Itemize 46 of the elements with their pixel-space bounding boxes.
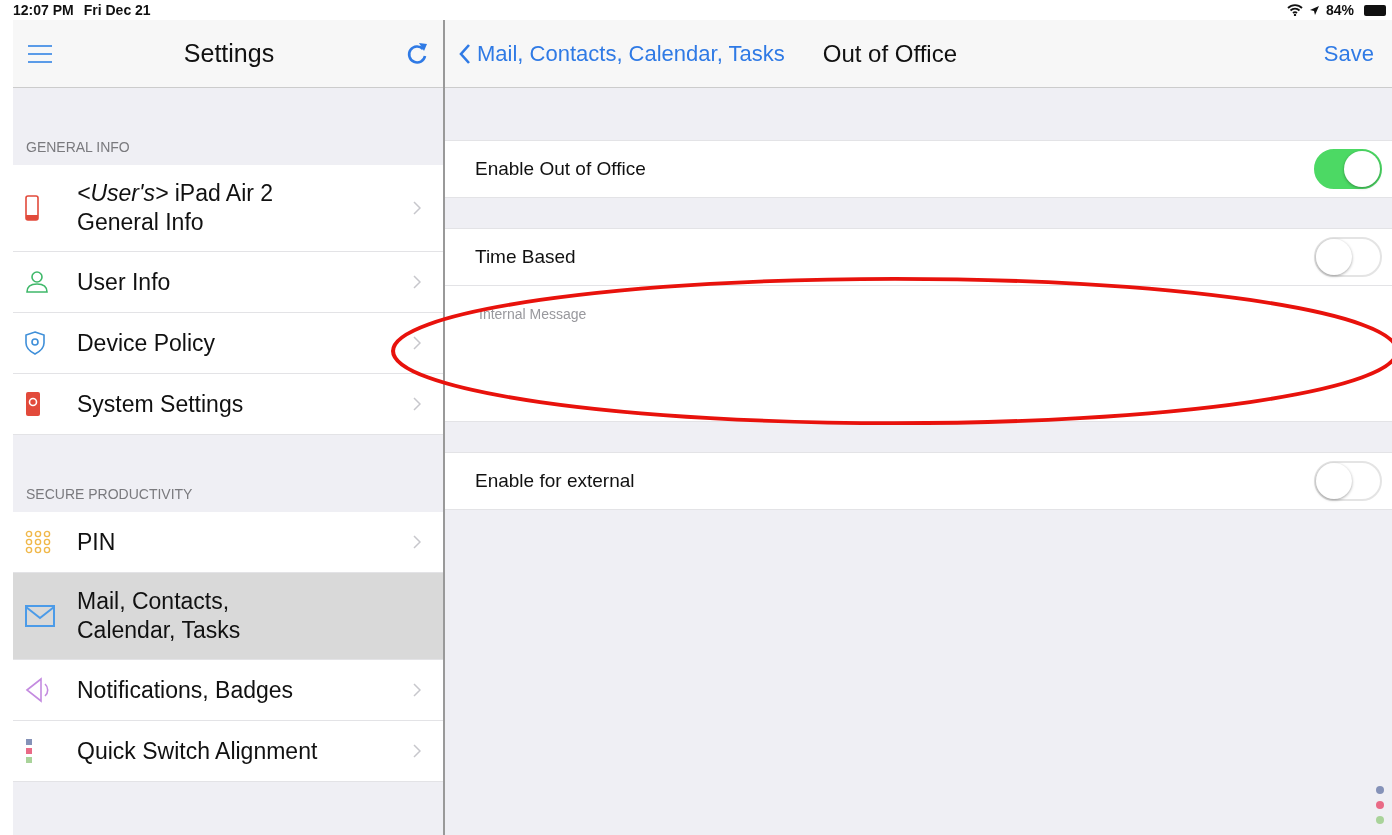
item-label: PIN bbox=[77, 527, 117, 557]
person-icon bbox=[25, 271, 49, 293]
sidebar-title: Settings bbox=[182, 39, 276, 68]
toggle-switch[interactable] bbox=[1314, 237, 1382, 277]
colored-dots-icon[interactable] bbox=[1376, 785, 1384, 825]
location-arrow-icon bbox=[1308, 4, 1320, 16]
page-title: Out of Office bbox=[822, 39, 958, 68]
chevron-left-icon bbox=[459, 42, 471, 65]
status-date: Fri Dec 21 bbox=[83, 2, 151, 18]
setting-label: Enable Out of Office bbox=[475, 158, 646, 180]
battery-icon bbox=[1364, 4, 1386, 16]
phone-gear-icon bbox=[25, 391, 41, 417]
item-label: Notifications, Badges bbox=[77, 675, 295, 705]
settings-item[interactable]: User Info bbox=[13, 252, 443, 313]
menu-icon[interactable] bbox=[27, 43, 53, 64]
item-label: Calendar, Tasks bbox=[77, 616, 242, 645]
wifi-icon bbox=[1286, 4, 1303, 16]
shield-icon bbox=[25, 331, 45, 355]
save-button[interactable]: Save bbox=[1317, 39, 1380, 68]
settings-item[interactable]: <User's> iPad Air 2 General Info bbox=[13, 165, 443, 252]
phone-icon bbox=[25, 195, 39, 221]
toggle-switch[interactable] bbox=[1314, 461, 1382, 501]
battery-percent: 84% bbox=[1325, 2, 1354, 18]
refresh-icon[interactable] bbox=[405, 40, 429, 67]
item-label: General Info bbox=[77, 208, 205, 237]
status-time: 12:07 PM bbox=[13, 2, 74, 18]
settings-item[interactable]: Mail, Contacts, Calendar, Tasks bbox=[13, 573, 443, 660]
keypad-icon bbox=[25, 530, 51, 554]
setting-label: Time Based bbox=[475, 246, 576, 268]
section-header: GENERAL INFO bbox=[26, 139, 130, 155]
settings-item[interactable]: Quick Switch Alignment bbox=[13, 721, 443, 782]
section-header: SECURE PRODUCTIVITY bbox=[26, 486, 193, 502]
settings-item[interactable]: Device Policy bbox=[13, 313, 443, 374]
item-label: User Info bbox=[77, 267, 172, 297]
message-field[interactable]: Internal Message bbox=[445, 285, 1392, 421]
envelope-icon bbox=[25, 605, 55, 627]
setting-label: Enable for external bbox=[475, 470, 635, 492]
settings-item[interactable]: Notifications, Badges bbox=[13, 660, 443, 721]
item-label: Quick Switch Alignment bbox=[77, 736, 319, 766]
colored-dots-icon bbox=[25, 738, 33, 764]
item-label: <User's> iPad Air 2 bbox=[77, 179, 275, 208]
item-label: Device Policy bbox=[77, 328, 217, 358]
item-label: Mail, Contacts, bbox=[77, 587, 231, 616]
settings-item[interactable]: System Settings bbox=[13, 374, 443, 435]
toggle-switch[interactable] bbox=[1314, 149, 1382, 189]
item-label: System Settings bbox=[77, 389, 245, 419]
